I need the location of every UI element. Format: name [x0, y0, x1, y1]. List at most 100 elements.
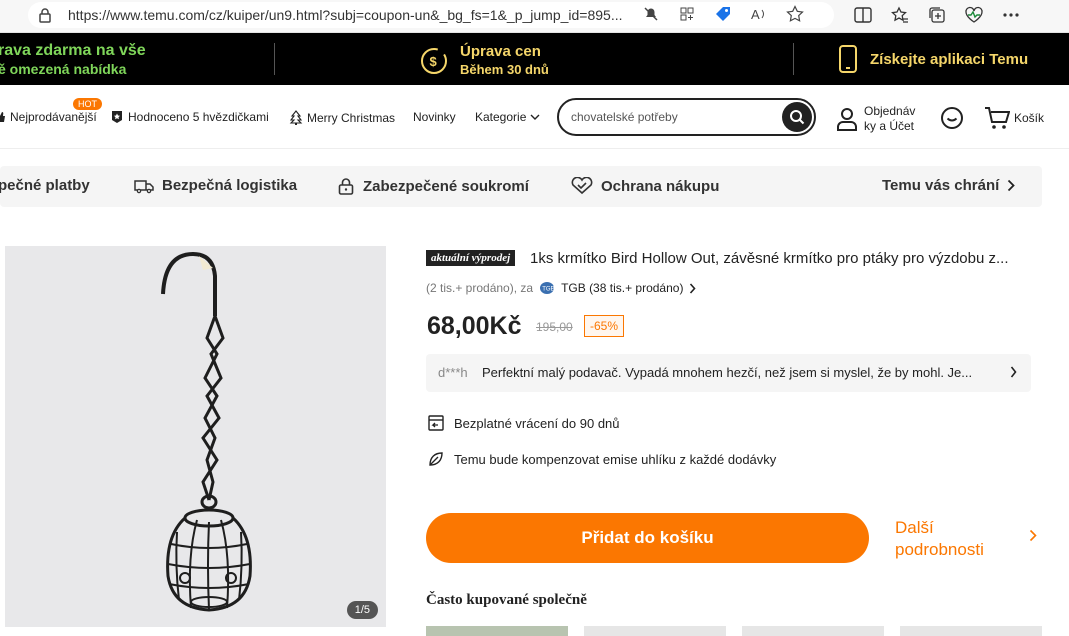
grid-icon[interactable]: [676, 3, 698, 25]
thumbs-up-icon: [0, 111, 6, 123]
product-image[interactable]: 1/5: [5, 246, 386, 627]
price-adjust-title: Úprava cen: [460, 43, 541, 60]
promo-divider: [793, 43, 794, 75]
chevron-right-icon: [689, 282, 697, 294]
free-shipping-subtitle: ě omezená nabídka: [0, 61, 127, 77]
bird-feeder-image: [161, 251, 252, 612]
search-icon: [790, 110, 805, 125]
bought-together-thumb[interactable]: [742, 626, 884, 636]
support-chat-icon[interactable]: [940, 106, 964, 130]
trust-payments[interactable]: pečné platby: [0, 177, 90, 194]
review-user: d***h: [438, 365, 468, 380]
more-details-link[interactable]: Další podrobnosti: [895, 517, 984, 561]
shop-link[interactable]: TGB (38 tis.+ prodáno): [561, 281, 683, 295]
cart-icon: [984, 106, 1010, 130]
sold-count: (2 tis.+ prodáno), za: [426, 281, 534, 295]
chevron-right-icon[interactable]: [1029, 529, 1037, 542]
trust-logistics-label: Bezpečná logistika: [162, 177, 298, 194]
feature-returns-label: Bezplatné vrácení do 90 dnů: [454, 415, 620, 431]
promo-divider: [274, 43, 275, 75]
trust-purchase-label: Ochrana nákupu: [601, 177, 720, 195]
browser-toolbar: https://www.temu.com/cz/kuiper/un9.html?…: [0, 0, 1069, 33]
christmas-tree-icon: [289, 110, 303, 125]
collections-icon[interactable]: [926, 4, 948, 26]
sold-info: (2 tis.+ prodáno), za TGB TGB (38 tis.+ …: [426, 281, 697, 295]
price-adjust-promo[interactable]: $ Úprava cen Během 30 dnů: [420, 43, 549, 79]
account-label-line1: Objednáv: [864, 104, 916, 118]
more-details-line2: podrobnosti: [895, 540, 984, 559]
free-shipping-promo[interactable]: rava zdarma na vše ě omezená nabídka: [0, 42, 146, 78]
account-menu[interactable]: Objednáv ky a Účet: [836, 104, 915, 134]
nav-new[interactable]: Novinky: [413, 110, 456, 124]
nav-bestsellers-label: Nejprodávanější: [10, 110, 97, 124]
add-to-cart-button[interactable]: Přidat do košíku: [426, 513, 869, 563]
feature-carbon-label: Temu bude kompenzovat emise uhlíku z kaž…: [454, 451, 777, 467]
padlock-icon: [337, 177, 355, 195]
nav-five-stars[interactable]: Hodnoceno 5 hvězdičkami: [110, 110, 269, 124]
price-adjust-subtitle: Během 30 dnů: [460, 62, 549, 77]
nav-five-stars-label: Hodnoceno 5 hvězdičkami: [128, 110, 269, 124]
nav-categories[interactable]: Kategorie: [475, 110, 540, 124]
hot-badge: HOT: [73, 98, 102, 110]
read-aloud-icon[interactable]: A: [748, 3, 770, 25]
trust-purchase[interactable]: Ochrana nákupu: [571, 177, 719, 195]
price-adjust-icon: $: [420, 47, 448, 75]
product-title: 1ks krmítko Bird Hollow Out, závěsné krm…: [530, 250, 1009, 267]
get-app-promo[interactable]: Získejte aplikaci Temu: [838, 45, 1028, 73]
trust-logistics[interactable]: Bezpečná logistika: [134, 177, 297, 194]
main-nav: Nejprodávanější HOT Hodnoceno 5 hvězdičk…: [0, 85, 1069, 149]
free-shipping-title: rava zdarma na vše: [0, 42, 146, 59]
account-label-line2: ky a Účet: [864, 119, 915, 133]
original-price: 195,00: [536, 320, 573, 334]
search-input[interactable]: chovatelské potřeby: [557, 98, 816, 136]
cart-button[interactable]: Košík: [984, 106, 1044, 130]
promo-banner: rava zdarma na vše ě omezená nabídka $ Ú…: [0, 33, 1069, 85]
review-text: Perfektní malý podavač. Vypadá mnohem he…: [482, 365, 973, 380]
add-to-cart-label: Přidat do košíku: [581, 528, 714, 547]
sale-badge: aktuální výprodej: [426, 250, 516, 266]
bought-together-thumb[interactable]: [900, 626, 1042, 636]
product-price: 68,00Kč: [427, 312, 522, 340]
favorites-icon[interactable]: [889, 4, 911, 26]
trust-privacy-label: Zabezpečené soukromí: [363, 177, 529, 195]
lock-icon[interactable]: [38, 7, 52, 23]
svg-text:A: A: [751, 7, 760, 22]
favorite-star-icon[interactable]: [784, 3, 806, 25]
review-snippet[interactable]: d***h Perfektní malý podavač. Vypadá mno…: [426, 354, 1031, 392]
star-badge-icon: [110, 110, 124, 124]
chevron-down-icon: [530, 114, 540, 120]
shop-logo-icon: TGB: [539, 281, 555, 295]
bought-together-thumb[interactable]: [584, 626, 726, 636]
more-menu-icon[interactable]: [1000, 4, 1022, 26]
search-button[interactable]: [782, 102, 812, 132]
more-details-line1: Další: [895, 518, 934, 537]
leaf-icon: [428, 451, 444, 467]
svg-text:$: $: [430, 54, 438, 69]
search-text: chovatelské potřeby: [571, 110, 678, 124]
coupon-tag-icon[interactable]: [712, 3, 734, 25]
image-counter: 1/5: [346, 601, 378, 619]
return-box-icon: [428, 415, 444, 431]
chevron-right-icon: [1010, 366, 1017, 378]
bought-together-thumb[interactable]: [426, 626, 568, 636]
mute-icon[interactable]: [640, 3, 662, 25]
trust-payments-label: pečné platby: [0, 177, 90, 194]
chevron-right-icon: [1007, 179, 1016, 192]
trust-bar: pečné platby Bezpečná logistika Zabezpeč…: [0, 166, 1042, 207]
nav-christmas[interactable]: Merry Christmas: [289, 110, 395, 125]
split-screen-icon[interactable]: [852, 4, 874, 26]
feature-returns[interactable]: Bezplatné vrácení do 90 dnů: [428, 415, 620, 431]
svg-text:TGB: TGB: [542, 287, 554, 293]
trust-privacy[interactable]: Zabezpečené soukromí: [337, 177, 529, 195]
performance-heart-icon[interactable]: [963, 4, 985, 26]
trust-protects-link[interactable]: Temu vás chrání: [882, 177, 1016, 194]
nav-new-label: Novinky: [413, 110, 456, 124]
url-text[interactable]: https://www.temu.com/cz/kuiper/un9.html?…: [68, 7, 660, 23]
feature-carbon[interactable]: Temu bude kompenzovat emise uhlíku z kaž…: [428, 451, 776, 467]
trust-protects-label: Temu vás chrání: [882, 177, 1000, 194]
cart-label: Košík: [1014, 111, 1045, 125]
discount-badge: -65%: [584, 315, 625, 337]
nav-bestsellers[interactable]: Nejprodávanější: [0, 110, 97, 124]
handshake-icon: [571, 177, 593, 195]
nav-categories-label: Kategorie: [475, 110, 527, 124]
